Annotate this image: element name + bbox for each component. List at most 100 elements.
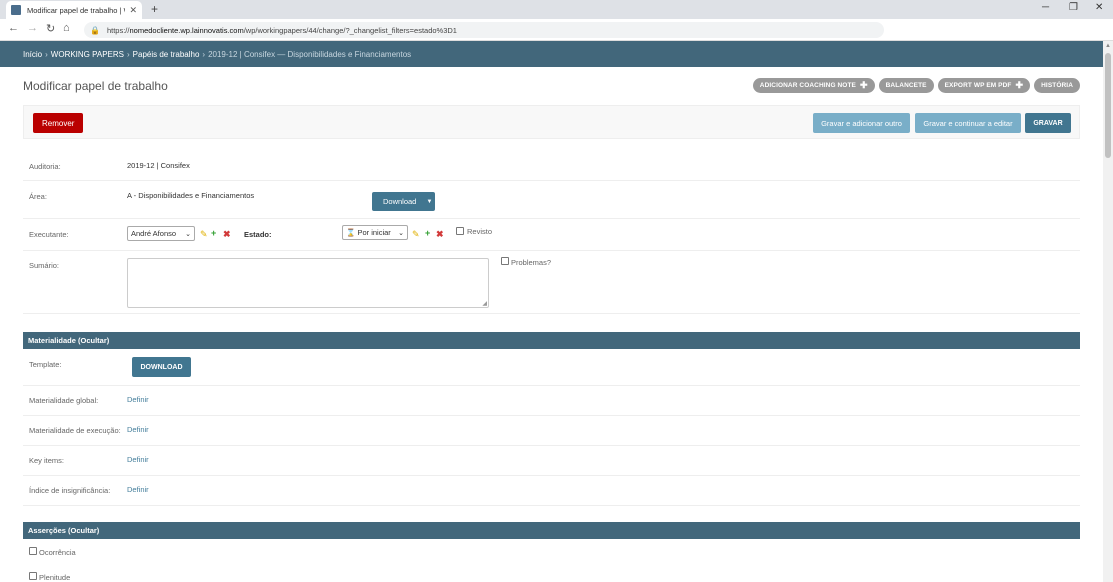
edit-executante-icon[interactable]: ✎	[200, 230, 208, 239]
materialidade-execucao-definir-link[interactable]: Definir	[127, 425, 149, 434]
caret-down-icon[interactable]: ▼	[424, 199, 435, 205]
sumario-textarea[interactable]: ◢	[127, 258, 489, 308]
chevron-down-icon: ⌄	[185, 230, 191, 238]
template-row: Template: DOWNLOAD	[23, 349, 1080, 386]
download-split-button[interactable]: Download ▼	[372, 192, 435, 211]
executante-selected: André Afonso	[131, 229, 177, 238]
materialidade-global-label: Materialidade global:	[29, 396, 99, 405]
site-favicon-icon	[11, 5, 21, 15]
assercoes-section-header[interactable]: Asserções (Ocultar)	[23, 522, 1080, 539]
resize-grip-icon[interactable]: ◢	[482, 300, 487, 307]
key-items-label: Key items:	[29, 456, 65, 465]
save-and-continue-button[interactable]: Gravar e continuar a editar	[915, 113, 1021, 133]
materialidade-global-definir-link[interactable]: Definir	[127, 395, 149, 404]
object-tools: Adicionar coaching note ✚ Balancete Expor…	[752, 78, 1080, 93]
balancete-label: Balancete	[885, 82, 927, 89]
submit-row: Remover Gravar e adicionar outro Gravar …	[23, 105, 1080, 139]
materialidade-global-row: Materialidade global: Definir	[23, 386, 1080, 416]
materialidade-execucao-label: Materialidade de execução:	[29, 426, 121, 435]
insignificancia-row: Índice de insignificância: Definir	[23, 476, 1080, 506]
breadcrumb-separator: ›	[202, 49, 206, 59]
add-estado-icon[interactable]: +	[425, 229, 430, 238]
plenitude-label: Plenitude	[39, 573, 71, 582]
tab-title: Modificar papel de trabalho | W...	[27, 5, 125, 15]
problemas-label: Problemas?	[511, 258, 552, 267]
window-close-icon[interactable]: ✕	[1095, 2, 1103, 13]
estado-label: Estado:	[244, 230, 272, 239]
reload-icon[interactable]: ↻	[46, 22, 55, 35]
url-text: https://nomedocliente.wp.lainnovatis.com…	[106, 25, 457, 35]
back-icon[interactable]: ←	[8, 22, 19, 34]
revisto-checkbox[interactable]	[456, 227, 464, 235]
browser-toolbar: ← → ↻ ⌂ 🔒 https://nomedocliente.wp.lainn…	[0, 19, 1113, 41]
breadcrumb: Início › WORKING PAPERS › Papéis de trab…	[0, 41, 1103, 67]
auditoria-label: Auditoria:	[29, 162, 61, 171]
revisto-label: Revisto	[467, 227, 493, 236]
browser-tab-bar: Modificar papel de trabalho | W... ✕ + ─…	[0, 0, 1113, 19]
estado-selected: ⌛ Por iniciar	[346, 228, 391, 237]
forward-icon[interactable]: →	[27, 22, 38, 34]
ocorrencia-checkbox[interactable]	[29, 547, 37, 555]
breadcrumb-current: 2019-12 | Consifex — Disponibilidades e …	[208, 49, 412, 59]
hourglass-icon: ⌛	[346, 228, 356, 237]
delete-estado-icon[interactable]: ✖	[436, 230, 444, 239]
export-pdf-button[interactable]: Export WP em PDF ✚	[937, 78, 1031, 93]
lock-icon: 🔒	[90, 25, 100, 35]
executante-row: Executante: André Afonso ⌄ ✎ + ✖ Estado:…	[23, 219, 1080, 251]
materialidade-execucao-row: Materialidade de execução: Definir	[23, 416, 1080, 446]
template-download-button[interactable]: DOWNLOAD	[132, 357, 191, 377]
key-items-row: Key items: Definir	[23, 446, 1080, 476]
area-row: Área: A - Disponibilidades e Financiamen…	[23, 181, 1080, 219]
area-label: Área:	[29, 192, 47, 201]
save-and-add-button[interactable]: Gravar e adicionar outro	[813, 113, 910, 133]
executante-label: Executante:	[29, 230, 69, 239]
plus-icon: ✚	[1015, 80, 1024, 90]
template-label: Template:	[29, 360, 62, 369]
add-executante-icon[interactable]: +	[211, 229, 216, 238]
edit-estado-icon[interactable]: ✎	[412, 230, 420, 239]
sumario-row: Sumário: ◢ Problemas?	[23, 251, 1080, 314]
ocorrencia-label: Ocorrência	[39, 548, 76, 557]
page-scrollbar[interactable]: ▲	[1103, 41, 1113, 582]
executante-select[interactable]: André Afonso ⌄	[127, 226, 195, 241]
download-split-label: Download	[383, 197, 417, 206]
tab-close-icon[interactable]: ✕	[129, 5, 137, 16]
add-coaching-note-button[interactable]: Adicionar coaching note ✚	[752, 78, 875, 93]
insignificancia-definir-link[interactable]: Definir	[127, 485, 149, 494]
delete-executante-icon[interactable]: ✖	[223, 230, 231, 239]
materialidade-section-header[interactable]: Materialidade (Ocultar)	[23, 332, 1080, 349]
plus-icon: ✚	[859, 80, 868, 90]
insignificancia-label: Índice de insignificância:	[29, 486, 111, 495]
remove-button[interactable]: Remover	[33, 113, 84, 133]
ocorrencia-row: Ocorrência	[23, 540, 1080, 564]
estado-value: Por iniciar	[357, 228, 391, 237]
auditoria-row: Auditoria: 2019-12 | Consifex	[23, 151, 1080, 181]
scroll-up-icon[interactable]: ▲	[1105, 43, 1111, 49]
breadcrumb-app[interactable]: WORKING PAPERS	[51, 50, 124, 59]
plenitude-checkbox[interactable]	[29, 572, 37, 580]
breadcrumb-home[interactable]: Início	[23, 50, 42, 59]
scroll-thumb[interactable]	[1105, 53, 1111, 158]
export-pdf-label: Export WP em PDF	[944, 82, 1012, 89]
balancete-button[interactable]: Balancete	[878, 78, 934, 93]
minimize-icon[interactable]: ─	[1042, 2, 1049, 13]
breadcrumb-separator: ›	[45, 49, 48, 59]
chevron-down-icon: ⌄	[398, 229, 404, 237]
new-tab-icon[interactable]: +	[151, 2, 158, 16]
home-icon[interactable]: ⌂	[63, 22, 70, 34]
area-value: A - Disponibilidades e Financiamentos	[127, 191, 255, 200]
page-title: Modificar papel de trabalho	[23, 79, 168, 93]
problemas-checkbox[interactable]	[501, 257, 509, 265]
restore-icon[interactable]: ❐	[1069, 2, 1078, 13]
auditoria-value: 2019-12 | Consifex	[127, 161, 190, 170]
history-button[interactable]: História	[1034, 78, 1080, 93]
address-bar[interactable]: 🔒 https://nomedocliente.wp.lainnovatis.c…	[84, 22, 884, 38]
save-button[interactable]: GRAVAR	[1025, 113, 1071, 133]
breadcrumb-separator: ›	[127, 49, 130, 59]
estado-select[interactable]: ⌛ Por iniciar ⌄	[342, 225, 408, 240]
breadcrumb-model[interactable]: Papéis de trabalho	[133, 50, 200, 59]
browser-tab[interactable]: Modificar papel de trabalho | W... ✕	[6, 1, 142, 19]
history-label: História	[1041, 82, 1073, 89]
add-coaching-note-label: Adicionar coaching note	[759, 82, 856, 89]
key-items-definir-link[interactable]: Definir	[127, 455, 149, 464]
